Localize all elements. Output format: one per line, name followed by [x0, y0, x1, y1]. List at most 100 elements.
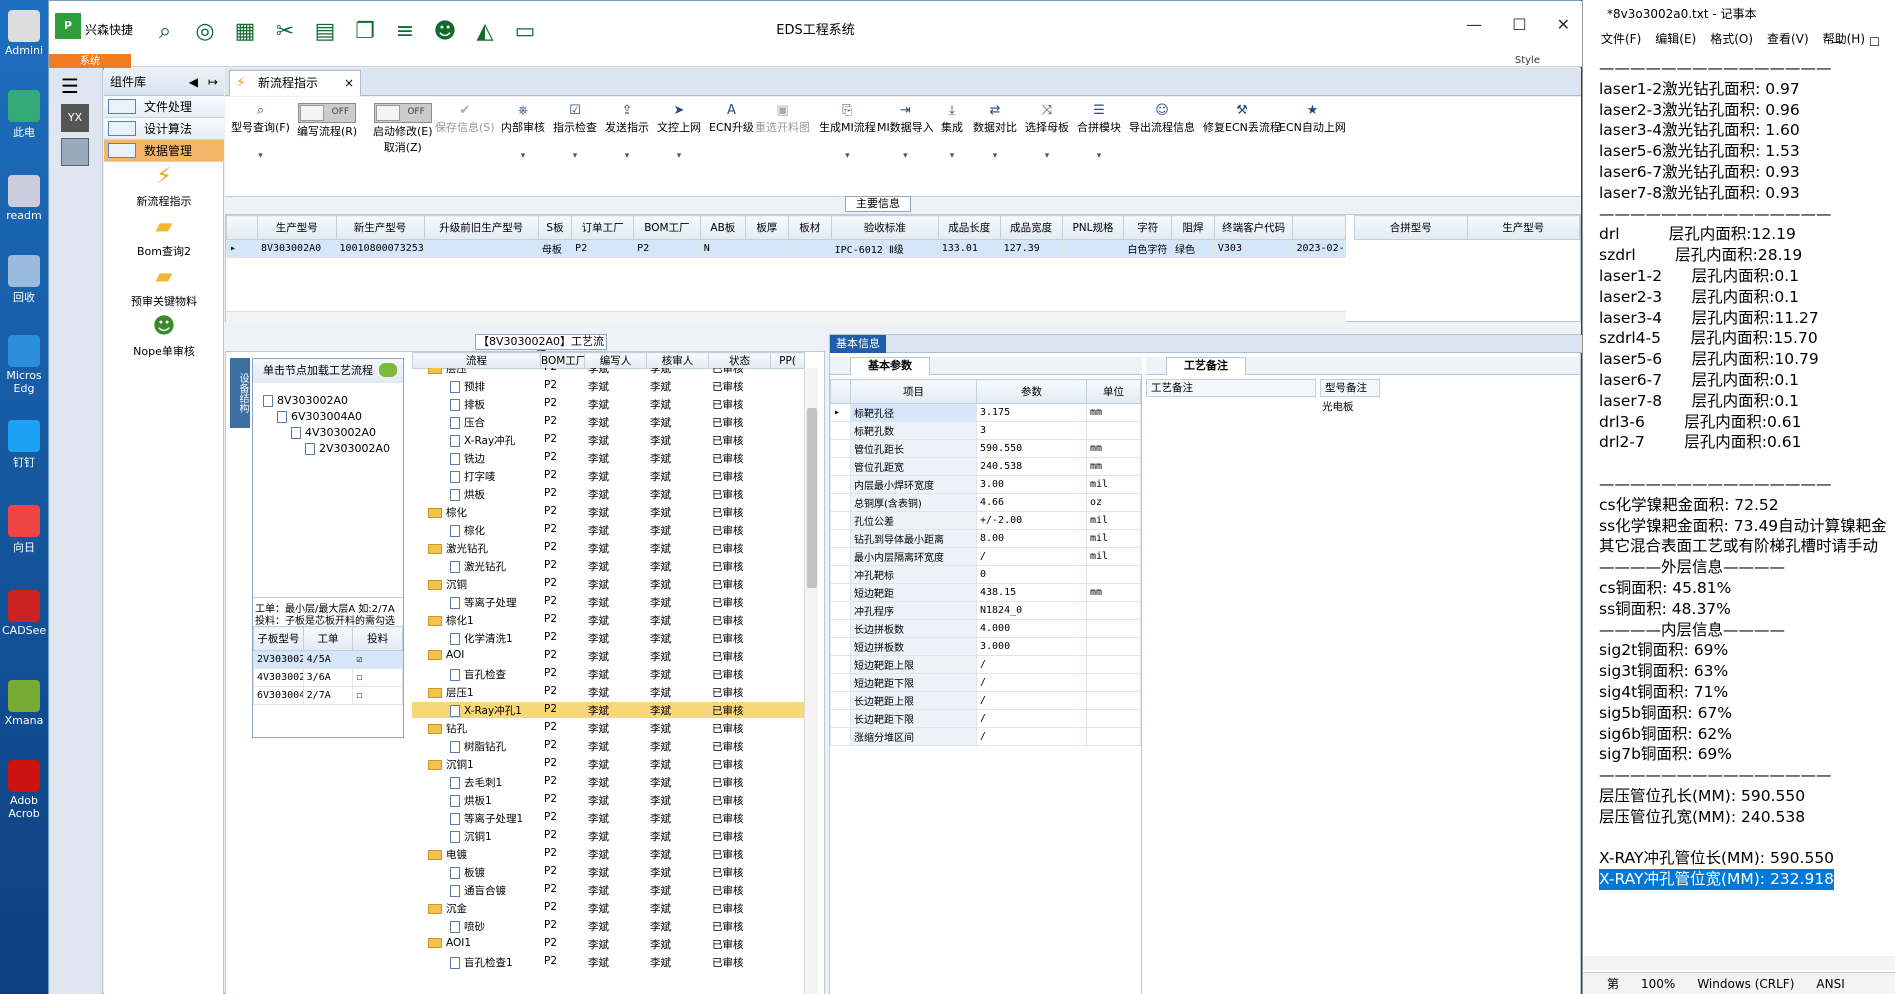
ribbon-button[interactable]: ⎘ 生成MI流程 ▾ [819, 103, 876, 161]
process-row[interactable]: 激光钻孔 P2 李斌 李斌 已审核 [412, 540, 804, 556]
style-label[interactable]: Style [1515, 55, 1540, 66]
tab-basic-params[interactable]: 基本参数 [850, 357, 930, 375]
table-cell[interactable]: 管位孔距宽 [850, 457, 977, 476]
ribbon-button[interactable]: ⇪ 发送指示 ▾ [605, 103, 649, 161]
table-row[interactable]: 短边靶距下限 / [830, 673, 1141, 692]
ribbon-button[interactable]: ★ ECN自动上网 [1279, 103, 1346, 135]
table-cell[interactable]: 母板 [537, 239, 573, 258]
table-cell[interactable] [744, 239, 789, 258]
table-cell[interactable]: mil [1086, 529, 1141, 548]
table-cell[interactable]: 标靶孔数 [850, 421, 977, 440]
column-header[interactable]: BOM工厂 [633, 215, 701, 240]
dropdown-arrow-icon[interactable]: ▾ [657, 151, 701, 161]
table-cell[interactable]: 绿色 [1171, 239, 1215, 258]
table-cell[interactable]: 8V303002A0 [256, 239, 337, 258]
table-cell[interactable]: / [976, 709, 1087, 728]
ribbon-button[interactable]: OFF 启动修改(E) 取消(Z) [373, 103, 433, 155]
notepad-menu-item[interactable]: 查看(V) [1767, 28, 1809, 50]
device-structure-tab[interactable]: 设备结构 [230, 358, 250, 428]
table-cell[interactable]: 总铜厚(含表铜) [850, 493, 977, 512]
table-cell[interactable]: 白色字符 [1123, 239, 1173, 258]
ribbon-button[interactable]: ☑ 指示检查 ▾ [553, 103, 597, 161]
process-row[interactable]: 预排 P2 李斌 李斌 已审核 [412, 378, 804, 394]
column-header[interactable] [1292, 215, 1346, 240]
table-cell[interactable] [1086, 673, 1141, 692]
column-header[interactable]: 核审人 [646, 352, 709, 369]
process-row[interactable]: 通盲合镀 P2 李斌 李斌 已审核 [412, 882, 804, 898]
calculator-icon[interactable] [61, 138, 89, 166]
table-row[interactable]: 短边靶距上限 / [830, 655, 1141, 674]
ribbon-button[interactable]: ➤ 文控上网 ▾ [657, 103, 701, 161]
table-cell[interactable] [1086, 709, 1141, 728]
desktop-icon[interactable]: 向日 [2, 505, 46, 555]
ribbon-button[interactable]: ⌕ 型号查询(F) ▾ [231, 103, 290, 161]
table-cell[interactable]: IPC-6012 Ⅱ级 [830, 239, 939, 258]
table-cell[interactable] [1086, 655, 1141, 674]
process-flow-scrollbar[interactable] [804, 368, 818, 994]
close-button[interactable]: ✕ [1557, 15, 1570, 34]
table-cell[interactable]: 钻孔到导体最小距离 [850, 529, 977, 548]
toggle-switch[interactable]: OFF [298, 103, 357, 123]
process-row[interactable]: 盲孔检查1 P2 李斌 李斌 已审核 [412, 954, 804, 970]
dropdown-arrow-icon[interactable]: ▾ [941, 151, 963, 161]
component-menu-item[interactable]: 数据管理 [104, 140, 224, 162]
component-menu-item[interactable]: 文件处理 [104, 96, 224, 118]
table-cell[interactable]: mm [1086, 403, 1141, 422]
table-cell[interactable]: 0 [976, 565, 1087, 584]
table-cell[interactable]: 4/5A [302, 650, 354, 669]
tree-node[interactable]: 2V303002A0 [305, 439, 390, 458]
process-row[interactable]: 沉金 P2 李斌 李斌 已审核 [412, 900, 804, 916]
table-row[interactable]: 最小内层隔离环宽度 / mil [830, 547, 1141, 566]
table-cell[interactable]: 短边靶距 [850, 583, 977, 602]
main-info-hscroll[interactable] [226, 311, 1346, 323]
table-cell[interactable]: / [976, 691, 1087, 710]
process-row[interactable]: 打字唛 P2 李斌 李斌 已审核 [412, 468, 804, 484]
process-row[interactable]: 压合 P2 李斌 李斌 已审核 [412, 414, 804, 430]
hamburger-icon[interactable]: ☰ [61, 74, 79, 98]
table-cell[interactable] [423, 239, 539, 258]
table-cell[interactable]: mm [1086, 439, 1141, 458]
column-header[interactable]: 状态 [708, 352, 771, 369]
maximize-button[interactable]: ☐ [1512, 15, 1526, 34]
table-row[interactable]: 长边拼板数 4.000 [830, 619, 1141, 638]
table-cell[interactable]: 3.175 [976, 403, 1087, 422]
process-row[interactable]: 树脂钻孔 P2 李斌 李斌 已审核 [412, 738, 804, 754]
process-row[interactable]: 钻孔 P2 李斌 李斌 已审核 [412, 720, 804, 736]
table-row[interactable]: 管位孔距宽 240.538 mm [830, 457, 1141, 476]
table-row[interactable]: 4V303002A03/6A☐ [253, 668, 403, 687]
yx-icon[interactable]: YX [61, 104, 89, 132]
table-row[interactable]: 标靶孔数 3 [830, 421, 1141, 440]
desktop-icon[interactable]: CADSee [2, 590, 46, 637]
desktop-icon[interactable]: 此电 [2, 90, 46, 140]
ribbon-button[interactable]: ✔ 保存信息(S) [435, 103, 495, 135]
table-cell[interactable] [1086, 601, 1141, 620]
process-row[interactable]: X-Ray冲孔 P2 李斌 李斌 已审核 [412, 432, 804, 448]
ribbon-button[interactable]: ▣ 重选开料图 [755, 103, 810, 135]
minimize-button[interactable]: — [1466, 15, 1482, 34]
table-cell[interactable]: 2023-02- [1292, 239, 1346, 258]
process-row[interactable]: 沉铜1 P2 李斌 李斌 已审核 [412, 756, 804, 772]
component-button[interactable]: ☻ Nope单审核 [104, 314, 224, 359]
process-row[interactable]: 棕化 P2 李斌 李斌 已审核 [412, 504, 804, 520]
dropdown-arrow-icon[interactable]: ▾ [553, 151, 597, 161]
process-row[interactable]: AOI P2 李斌 李斌 已审核 [412, 648, 804, 664]
process-row[interactable]: 电镀 P2 李斌 李斌 已审核 [412, 846, 804, 862]
column-header[interactable]: PNL规格 [1061, 215, 1125, 240]
table-cell[interactable] [1086, 637, 1141, 656]
table-row[interactable]: 2V303002A04/5A☑ [253, 650, 403, 669]
column-header[interactable]: 流程 [412, 352, 541, 369]
table-cell[interactable]: mil [1086, 511, 1141, 530]
desktop-icon[interactable]: 回收 [2, 255, 46, 305]
process-row[interactable]: 等离子处理1 P2 李斌 李斌 已审核 [412, 810, 804, 826]
table-cell[interactable]: 涨缩分堆区间 [850, 727, 977, 746]
dropdown-arrow-icon[interactable]: ▾ [501, 151, 545, 161]
table-cell[interactable]: mm [1086, 583, 1141, 602]
table-row[interactable]: 短边靶距 438.15 mm [830, 583, 1141, 602]
notepad-menu-item[interactable]: 帮助(H) [1823, 28, 1865, 50]
column-header[interactable]: 终端客户代码 [1213, 215, 1294, 240]
dropdown-arrow-icon[interactable]: ▾ [1077, 151, 1121, 161]
component-button[interactable]: ▰ Bom查询2 [104, 214, 224, 259]
process-row[interactable]: 等离子处理 P2 李斌 李斌 已审核 [412, 594, 804, 610]
table-cell[interactable] [1086, 727, 1141, 746]
table-row[interactable]: 冲孔靶标 0 [830, 565, 1141, 584]
